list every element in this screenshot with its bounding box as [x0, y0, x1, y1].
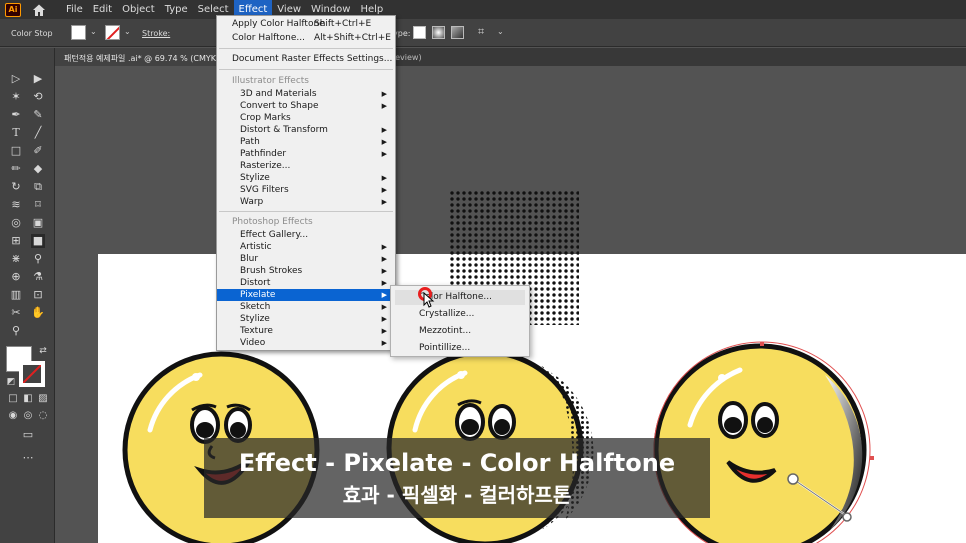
- menu-item-blur[interactable]: Blur ▶: [217, 253, 395, 265]
- menu-item-texture[interactable]: Texture ▶: [217, 325, 395, 337]
- chevron-right-icon: ▶: [381, 267, 387, 275]
- apply-last-effect-shortcut: Shift+Ctrl+E: [314, 19, 372, 29]
- chevron-right-icon: ▶: [381, 198, 387, 206]
- menu-item-stylize-ps[interactable]: Stylize ▶: [217, 313, 395, 325]
- chevron-right-icon: ▶: [381, 339, 387, 347]
- chevron-right-icon: ▶: [381, 303, 387, 311]
- chevron-right-icon: ▶: [381, 279, 387, 287]
- tutorial-caption: Effect - Pixelate - Color Halftone 효과 - …: [204, 438, 710, 518]
- chevron-right-icon: ▶: [381, 90, 387, 98]
- mouse-pointer-icon: [423, 292, 435, 308]
- submenu-item-pointillize[interactable]: Pointillize...: [395, 341, 525, 356]
- chevron-right-icon: ▶: [381, 327, 387, 335]
- chevron-right-icon: ▶: [381, 243, 387, 251]
- chevron-right-icon: ▶: [381, 174, 387, 182]
- chevron-right-icon: ▶: [381, 126, 387, 134]
- menu-item-stylize[interactable]: Stylize ▶: [217, 172, 395, 184]
- menu-separator: [219, 69, 393, 70]
- chevron-right-icon: ▶: [381, 186, 387, 194]
- anchor-point[interactable]: [760, 342, 764, 346]
- apply-last-effect-label: Apply Color Halftone: [232, 19, 325, 29]
- menu-item-effect-gallery[interactable]: Effect Gallery...: [217, 229, 395, 241]
- photoshop-effects-header: Photoshop Effects: [232, 217, 313, 227]
- menu-item-distort[interactable]: Distort ▶: [217, 277, 395, 289]
- menu-item-sketch[interactable]: Sketch ▶: [217, 301, 395, 313]
- chevron-right-icon: ▶: [381, 315, 387, 323]
- anchor-point[interactable]: [870, 456, 874, 460]
- chevron-right-icon: ▶: [381, 291, 387, 299]
- last-effect-item[interactable]: Color Halftone... Alt+Shift+Ctrl+E: [217, 32, 395, 44]
- caption-english: Effect - Pixelate - Color Halftone: [238, 449, 676, 477]
- caption-korean: 효과 - 픽셀화 - 컬러하프톤: [342, 483, 572, 507]
- effect-menu: Apply Color Halftone Shift+Ctrl+E Color …: [216, 15, 396, 351]
- menu-item-path[interactable]: Path ▶: [217, 136, 395, 148]
- last-effect-label: Color Halftone...: [232, 33, 306, 43]
- apply-last-effect-item[interactable]: Apply Color Halftone Shift+Ctrl+E: [217, 18, 395, 30]
- submenu-item-color-halftone[interactable]: Color Halftone...: [395, 290, 525, 305]
- raster-settings-item[interactable]: Document Raster Effects Settings...: [217, 53, 395, 65]
- menu-separator: [219, 211, 393, 212]
- last-effect-shortcut: Alt+Shift+Ctrl+E: [314, 33, 391, 43]
- menu-item-distort-transform[interactable]: Distort & Transform ▶: [217, 124, 395, 136]
- menu-item-3d-materials[interactable]: 3D and Materials ▶: [217, 88, 395, 100]
- illustrator-effects-header: Illustrator Effects: [232, 76, 309, 86]
- menu-item-svg-filters[interactable]: SVG Filters ▶: [217, 184, 395, 196]
- menu-item-warp[interactable]: Warp ▶: [217, 196, 395, 208]
- menu-item-crop-marks[interactable]: Crop Marks: [217, 112, 395, 124]
- gradient-start-handle[interactable]: [787, 473, 799, 485]
- menu-item-artistic[interactable]: Artistic ▶: [217, 241, 395, 253]
- chevron-right-icon: ▶: [381, 255, 387, 263]
- pixelate-submenu: Color Halftone... Crystallize... Mezzoti…: [390, 285, 530, 357]
- menu-separator: [219, 48, 393, 49]
- menu-item-brush-strokes[interactable]: Brush Strokes ▶: [217, 265, 395, 277]
- chevron-right-icon: ▶: [381, 102, 387, 110]
- gradient-end-handle[interactable]: [842, 512, 852, 522]
- menu-item-rasterize[interactable]: Rasterize...: [217, 160, 395, 172]
- menu-item-convert-to-shape[interactable]: Convert to Shape ▶: [217, 100, 395, 112]
- submenu-item-mezzotint[interactable]: Mezzotint...: [395, 324, 525, 339]
- chevron-right-icon: ▶: [381, 150, 387, 158]
- chevron-right-icon: ▶: [381, 138, 387, 146]
- menu-item-video[interactable]: Video ▶: [217, 337, 395, 349]
- menu-item-pathfinder[interactable]: Pathfinder ▶: [217, 148, 395, 160]
- submenu-item-crystallize[interactable]: Crystallize...: [395, 307, 525, 322]
- menu-item-pixelate[interactable]: Pixelate ▶: [217, 289, 395, 301]
